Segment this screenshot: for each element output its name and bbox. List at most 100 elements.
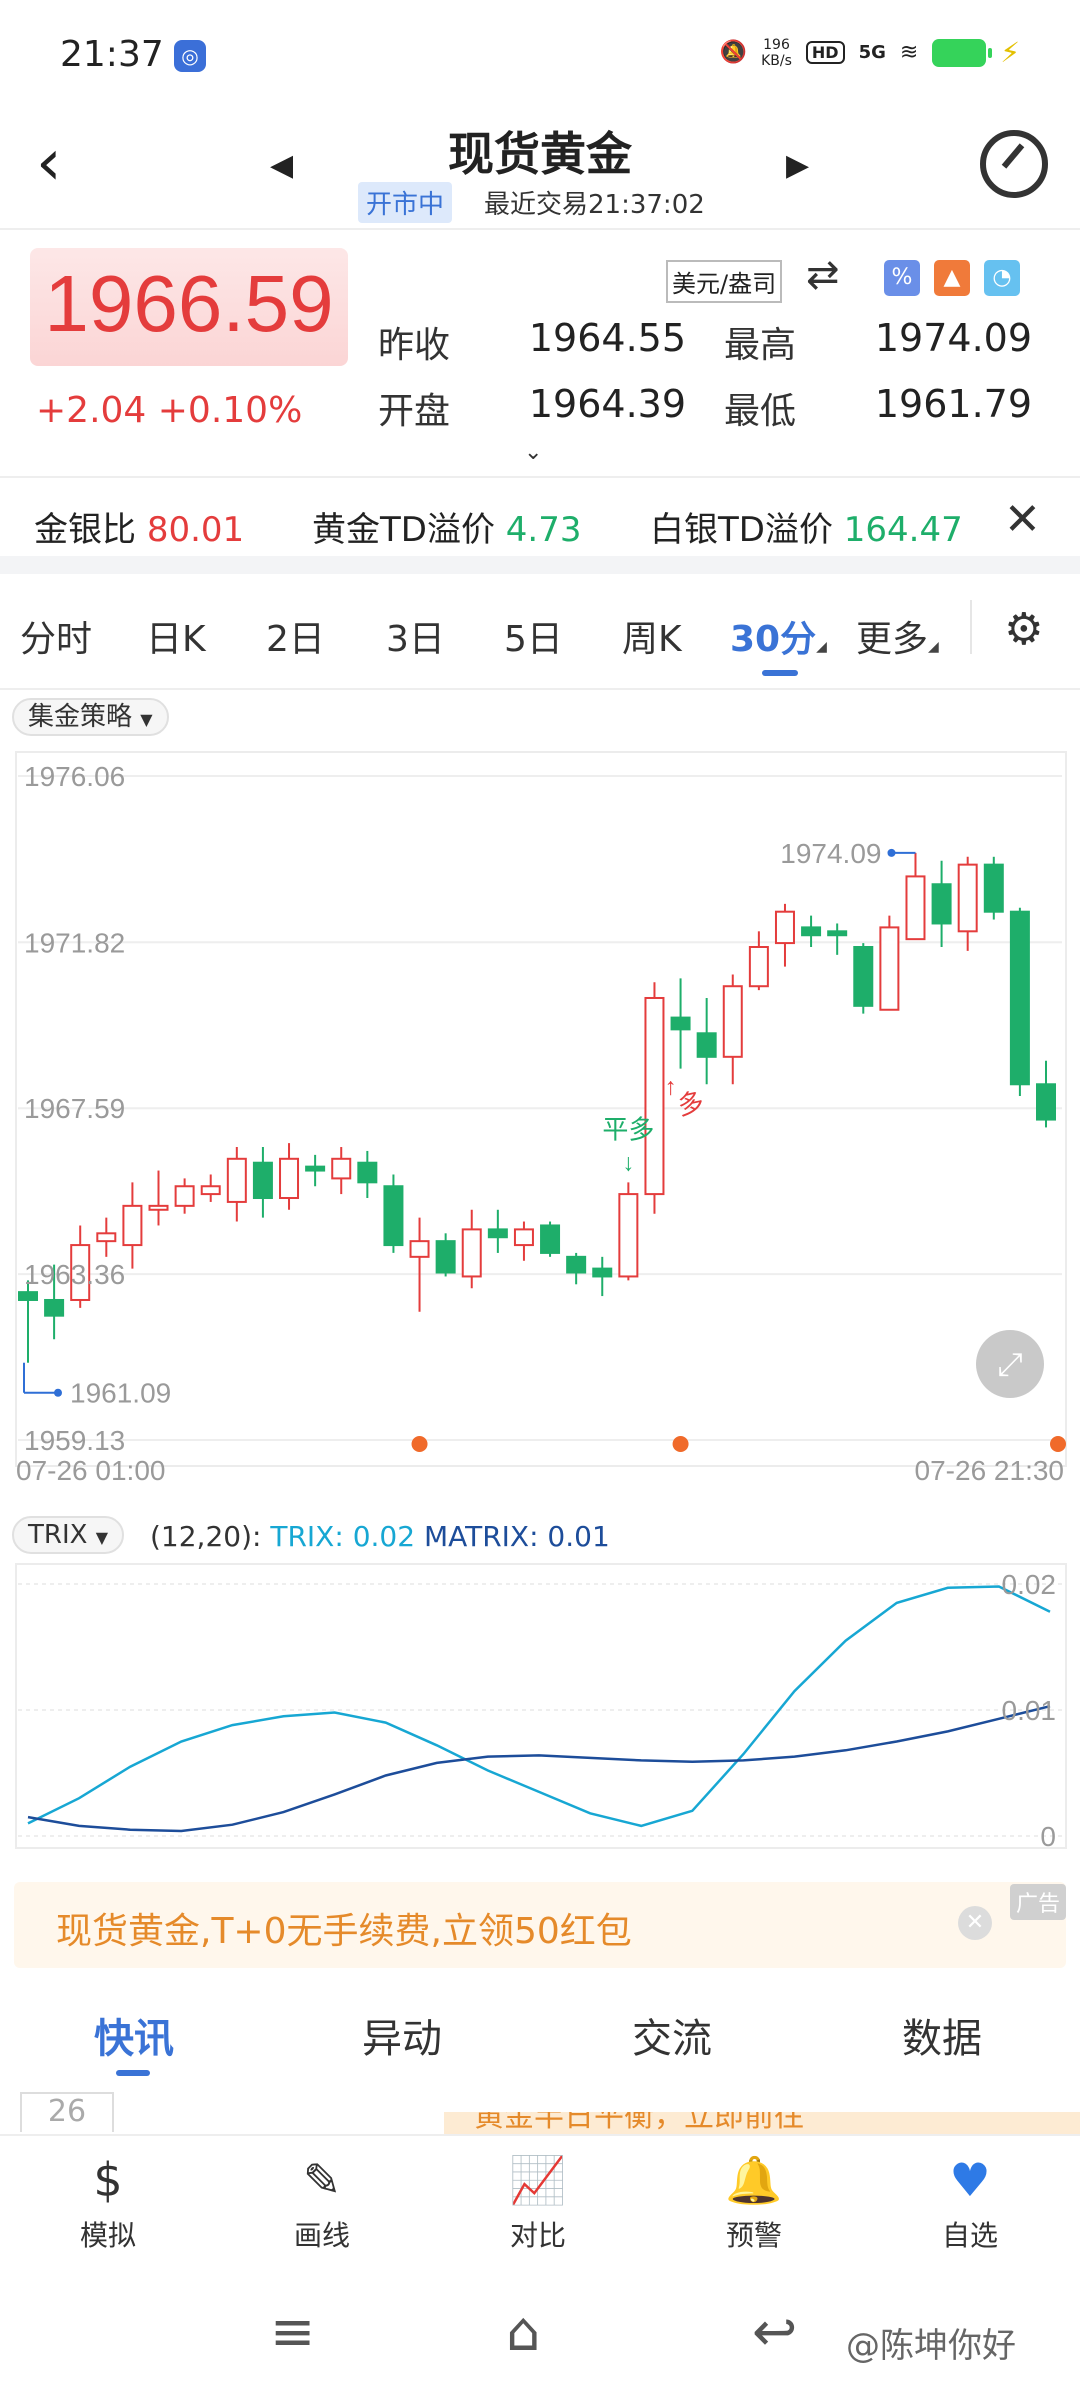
candle-body — [696, 1032, 717, 1058]
candle-body — [1036, 1083, 1056, 1121]
gold-td-premium: 黄金TD溢价 4.73 — [312, 502, 581, 551]
candle-body — [305, 1165, 326, 1172]
kline-chart[interactable]: 1976.06 1971.82 1967.59 1963.36 1959.13 1974.… — [0, 740, 1080, 1500]
candle-body — [879, 926, 900, 1011]
indicator-chip[interactable]: TRIX ▼ — [12, 1516, 125, 1554]
news-date: 26 — [20, 2092, 114, 2132]
candle-body — [331, 1157, 352, 1180]
candle-body — [592, 1267, 613, 1278]
system-home-icon[interactable]: ⌂ — [506, 2300, 540, 2363]
high-value: 1974.09 — [874, 316, 1032, 360]
silver-td-label: 白银TD溢价 — [650, 510, 833, 550]
y-tick-label: 1959.13 — [24, 1425, 125, 1456]
nav-favorites[interactable]: ♥ 自选 — [890, 2150, 1050, 2254]
gold-silver-ratio: 金银比 80.01 — [34, 502, 244, 551]
candle-body — [44, 1298, 65, 1317]
compare-icon: 📈 — [509, 2153, 567, 2207]
high-marker-label: 1974.09 — [780, 838, 881, 869]
tab-more[interactable]: 更多◢ — [856, 610, 939, 662]
low-label: 最低 — [724, 391, 797, 432]
unit-selector[interactable]: 美元/盎司 — [666, 260, 783, 303]
divider — [0, 476, 1080, 478]
tab-data[interactable]: 数据 — [902, 2006, 982, 2064]
status-time: 21:37 — [60, 34, 164, 75]
tab-discussion[interactable]: 交流 — [632, 2006, 712, 2064]
candle-body — [853, 946, 874, 1007]
series-line-trix — [27, 1585, 1051, 1828]
news-peek-banner[interactable]: 黄金半日平衡，立即前往 — [444, 2112, 1080, 2134]
page-title: 现货黄金 — [448, 127, 632, 181]
high-label: 最高 — [724, 325, 797, 366]
tab-5day[interactable]: 5日 — [504, 610, 563, 662]
nav-alarm[interactable]: 🔔 预警 — [674, 2150, 834, 2254]
candle-body — [383, 1185, 404, 1247]
battery-icon — [932, 38, 993, 67]
ad-close-icon[interactable]: ✕ — [958, 1906, 992, 1940]
candle-body — [122, 1204, 143, 1247]
pie-tool-icon[interactable]: ◔ — [984, 260, 1020, 296]
nav-compare[interactable]: 📈 对比 — [458, 2150, 618, 2254]
wifi-icon: ≋ — [899, 40, 919, 65]
lighthouse-tool-icon[interactable]: ▲ — [934, 260, 970, 296]
silver-td-value: 164.47 — [843, 510, 963, 550]
candle-body — [957, 863, 978, 933]
active-tab-indicator — [762, 670, 798, 676]
last-trade-time: 最近交易21:37:02 — [484, 190, 705, 220]
price-change: +2.04 +0.10% — [36, 390, 303, 431]
percent-tool-icon[interactable]: % — [884, 260, 920, 296]
tab-30min[interactable]: 30分◢ — [730, 610, 827, 662]
tab-flash-news[interactable]: 快讯 — [94, 2006, 174, 2064]
divider — [0, 228, 1080, 230]
expand-chevron-icon[interactable]: ⌄ — [524, 440, 542, 465]
tab-2day[interactable]: 2日 — [266, 610, 325, 662]
signal-arrow-up: ↑ — [665, 1074, 677, 1101]
nav-simulate[interactable]: $ 模拟 — [28, 2150, 188, 2254]
close-ratio-bar-icon[interactable]: ✕ — [1004, 494, 1041, 545]
candle-body — [252, 1161, 273, 1200]
candle-body — [722, 985, 743, 1058]
candle-body — [1009, 910, 1030, 1086]
ad-text[interactable]: 现货黄金,T+0无手续费,立领50红包 — [56, 1902, 632, 1954]
system-back-icon[interactable]: ↩ — [752, 2300, 797, 2363]
tab-3day[interactable]: 3日 — [386, 610, 445, 662]
candle-body — [827, 930, 848, 937]
tab-weekly[interactable]: 周K — [622, 610, 682, 662]
strategy-chip[interactable]: 集金策略 ▼ — [12, 698, 169, 736]
nav-draw-line[interactable]: ✎ 画线 — [242, 2150, 402, 2254]
system-menu-icon[interactable]: ≡ — [270, 2300, 315, 2363]
next-symbol-button[interactable]: ▶ — [786, 148, 809, 183]
event-dot — [411, 1436, 428, 1452]
net-speed-unit: KB/s — [761, 52, 792, 69]
tab-movement[interactable]: 异动 — [362, 2006, 442, 2064]
swap-icon[interactable]: ⇄ — [806, 252, 840, 298]
candle-body — [931, 883, 952, 925]
candle-body — [200, 1185, 221, 1196]
candle-body — [148, 1204, 169, 1211]
tab-intraday[interactable]: 分时 — [20, 610, 92, 662]
candle-body — [461, 1228, 482, 1278]
tab-daily[interactable]: 日K — [146, 610, 206, 662]
tab-30min-label: 30分 — [730, 619, 817, 660]
open-label: 开盘 — [378, 391, 451, 432]
candle-body — [435, 1240, 456, 1274]
y-tick-label: 1976.06 — [24, 761, 125, 792]
settings-gear-icon[interactable]: ⚙ — [1004, 604, 1043, 655]
charging-icon: ⚡ — [1000, 36, 1020, 69]
signal-long: 多 — [675, 1086, 707, 1121]
open-value: 1964.39 — [528, 382, 686, 426]
prev-close-value: 1964.55 — [528, 316, 686, 360]
indicator-chip-label: TRIX — [28, 1520, 88, 1550]
low-marker-label: 1961.09 — [70, 1378, 171, 1409]
fullscreen-icon[interactable]: ⤢ — [976, 1330, 1044, 1398]
nav-simulate-label: 模拟 — [79, 2219, 136, 2252]
trix-chart[interactable]: 0.02 0.01 0 — [0, 1560, 1080, 1860]
candle-body — [96, 1232, 117, 1243]
candle-body — [409, 1240, 430, 1258]
gold-silver-label: 金银比 — [34, 510, 136, 550]
candle-body — [905, 875, 926, 941]
x-end-label: 07-26 21:30 — [915, 1455, 1064, 1486]
candle-body — [748, 946, 769, 988]
hd-badge: HD — [805, 41, 845, 64]
section-gap — [0, 556, 1080, 574]
refresh-icon[interactable] — [980, 130, 1048, 198]
